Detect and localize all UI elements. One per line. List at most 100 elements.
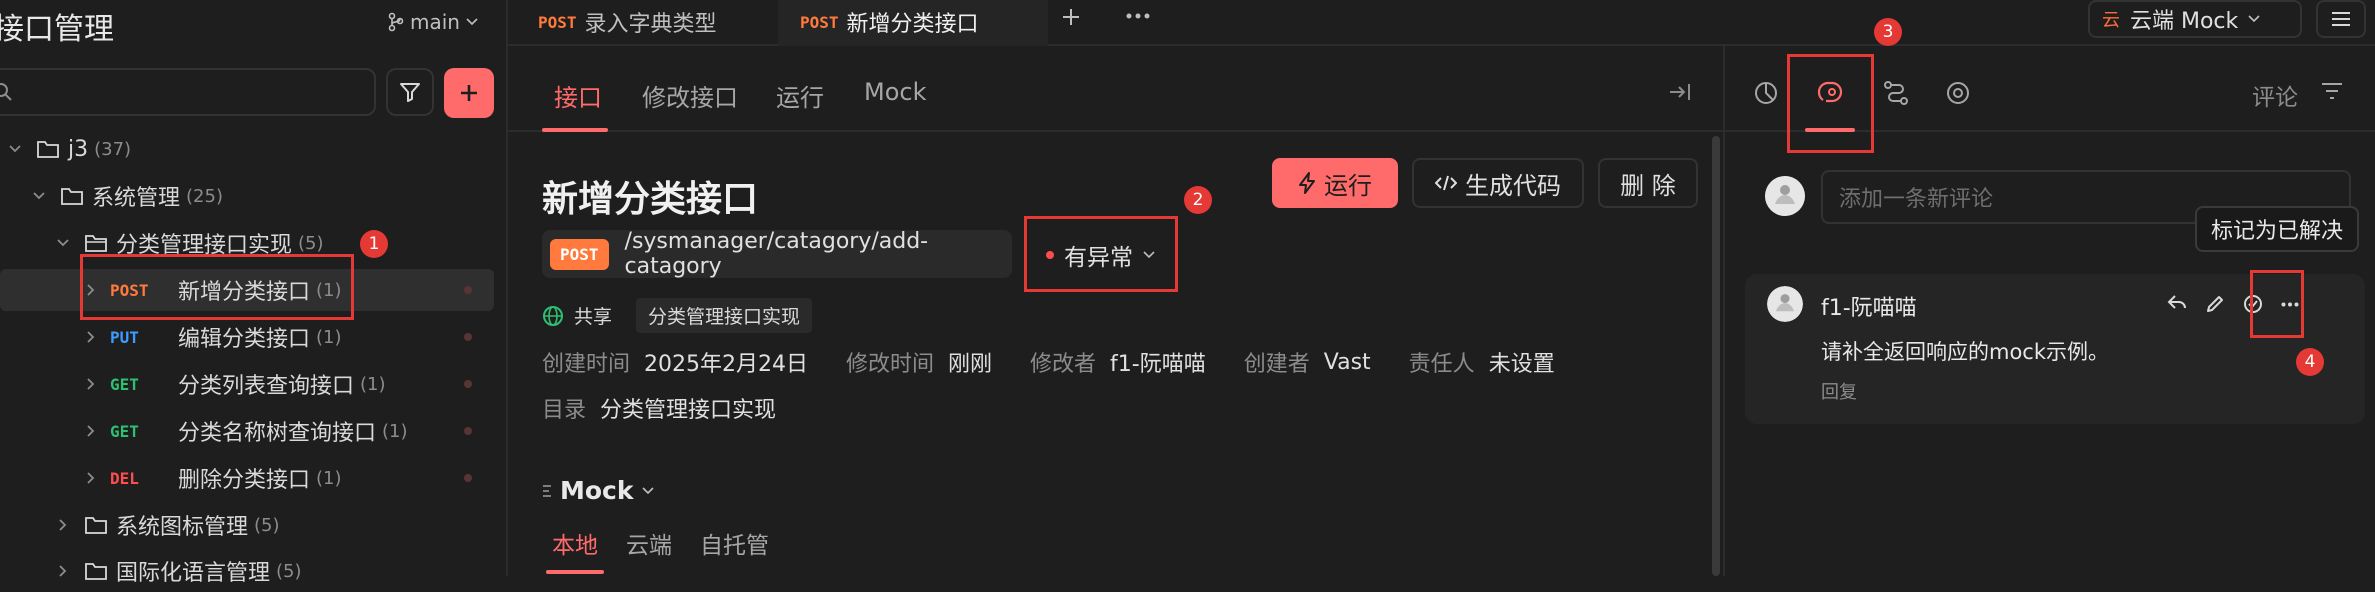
delete-button[interactable]: 删 除 xyxy=(1598,158,1698,208)
tree-item-edit-category[interactable]: PUT 编辑分类接口 (1) xyxy=(0,316,342,358)
target-icon xyxy=(1945,80,1971,106)
tab-add-category[interactable]: POST 新增分类接口 xyxy=(778,0,1048,46)
folder-tag[interactable]: 分类管理接口实现 xyxy=(636,298,813,333)
new-tab-button[interactable] xyxy=(1060,6,1082,28)
tab-edit-api[interactable]: 修改接口 xyxy=(642,78,738,113)
tree-item-count: (1) xyxy=(360,373,386,395)
env-label: 云端 Mock xyxy=(2130,9,2239,34)
mock-tab-label: 本地 xyxy=(552,533,598,559)
chevron-right-icon xyxy=(86,424,96,438)
chevron-right-icon xyxy=(86,330,96,344)
mock-tab-cloud[interactable]: 云端 xyxy=(626,526,672,560)
tree-item-count: (1) xyxy=(316,467,342,489)
plus-icon xyxy=(458,82,480,104)
search-input[interactable] xyxy=(0,68,376,116)
mock-tab-selfhosted[interactable]: 自托管 xyxy=(700,526,769,560)
mock-title: Mock xyxy=(560,476,634,505)
tree-folder-label: 系统管理 xyxy=(92,186,181,211)
tree-folder-icons[interactable]: 系统图标管理 (5) xyxy=(0,504,280,546)
generate-code-button[interactable]: 生成代码 xyxy=(1412,158,1584,208)
tree-item-tree-category[interactable]: GET 分类名称树查询接口 (1) xyxy=(0,410,408,452)
tree-folder-i18n[interactable]: 国际化语言管理 (5) xyxy=(0,550,302,592)
lightning-icon xyxy=(1298,172,1316,194)
tree-item-delete-category[interactable]: DEL 删除分类接口 (1) xyxy=(0,457,342,499)
tree-item-list-category[interactable]: GET 分类列表查询接口 (1) xyxy=(0,363,386,405)
annotation-badge-3: 3 xyxy=(1874,18,1902,46)
tab-api[interactable]: 接口 xyxy=(554,78,602,113)
status-dot xyxy=(464,427,472,435)
meta-label: 修改时间 xyxy=(846,352,935,377)
tab-label: 接口 xyxy=(554,84,602,112)
search-icon xyxy=(0,83,12,101)
filter-button[interactable] xyxy=(386,68,434,116)
comment-tab-label: 评论 xyxy=(2252,85,2298,111)
add-button[interactable] xyxy=(444,68,494,118)
flow-tab[interactable] xyxy=(1883,80,1909,106)
chevron-down-icon xyxy=(641,486,654,495)
mock-section-header[interactable]: Mock xyxy=(542,476,654,505)
app-title: 接口管理 xyxy=(0,12,114,47)
menu-button[interactable] xyxy=(2316,0,2366,38)
method-tag: PUT xyxy=(110,327,139,347)
method-tag: GET xyxy=(110,421,139,441)
tooltip-text: 标记为已解决 xyxy=(2211,219,2344,244)
more-tabs-button[interactable] xyxy=(1126,13,1150,19)
meta-value[interactable]: 未设置 xyxy=(1489,346,1555,378)
tree-folder-count: (5) xyxy=(254,514,280,536)
code-icon xyxy=(1435,174,1457,192)
branch-selector[interactable]: main xyxy=(388,10,478,34)
tab-record-dict[interactable]: POST 录入字典类型 xyxy=(538,6,717,38)
tab-run[interactable]: 运行 xyxy=(776,78,824,113)
mock-tab-local[interactable]: 本地 xyxy=(552,526,598,560)
chevron-down-icon xyxy=(32,191,46,201)
tree-item-label: 编辑分类接口 xyxy=(178,327,311,352)
tab-mock[interactable]: Mock xyxy=(864,78,926,106)
history-tab[interactable] xyxy=(1753,80,1779,106)
status-dot xyxy=(464,286,472,294)
annotation-box-4 xyxy=(2250,270,2304,338)
mock-tab-underline xyxy=(546,570,604,574)
meta-label: 创建者 xyxy=(1243,352,1310,377)
annotation-box-1 xyxy=(80,254,354,320)
reply-icon xyxy=(2167,294,2187,312)
chevron-down-icon xyxy=(466,18,478,26)
tree-folder-system[interactable]: 系统管理 (25) xyxy=(0,175,223,217)
filter-lines-icon xyxy=(2321,82,2343,100)
method-tag: DEL xyxy=(110,468,139,488)
api-url-bar: POST /sysmanager/catagory/add-catagory xyxy=(542,229,1012,279)
tree-folder-count: (37) xyxy=(94,138,132,160)
tree-folder-count: (5) xyxy=(298,232,324,254)
mock-tab-label: 云端 xyxy=(626,533,672,559)
chevron-down-icon xyxy=(56,238,70,248)
env-selector[interactable]: 云 云端 Mock xyxy=(2088,0,2302,38)
edit-button[interactable] xyxy=(2205,294,2225,314)
tab-method: POST xyxy=(538,12,577,32)
tab-active-underline xyxy=(542,128,608,132)
tab-bar: POST 录入字典类型 POST 新增分类接口 云 云端 Mock xyxy=(508,0,2375,46)
tree-folder-root[interactable]: j3 (37) xyxy=(0,128,131,170)
meta-value: f1-阮喵喵 xyxy=(1110,352,1206,377)
tab-label: 录入字典类型 xyxy=(584,12,717,37)
meta-value: Vast xyxy=(1323,349,1371,375)
settings-tab[interactable] xyxy=(1945,80,1971,106)
api-title: 新增分类接口 xyxy=(542,179,759,220)
meta-value: 2025年2月24日 xyxy=(644,352,808,377)
globe-icon xyxy=(542,305,564,327)
chevron-right-icon xyxy=(86,471,96,485)
comment-author: f1-阮喵喵 xyxy=(1821,296,1917,321)
main-panel: 接口 修改接口 运行 Mock 新增分类接口 运行 生成代码 删 除 POST … xyxy=(508,46,1723,576)
api-path: /sysmanager/catagory/add-catagory xyxy=(624,229,929,279)
comment-filter-button[interactable] xyxy=(2321,82,2343,100)
run-button[interactable]: 运行 xyxy=(1272,158,1398,208)
tab-label: 运行 xyxy=(776,84,824,112)
chevron-down-icon xyxy=(8,144,22,154)
tree-folder-count: (25) xyxy=(186,185,223,207)
delete-button-label: 删 除 xyxy=(1620,171,1676,200)
reply-link[interactable]: 回复 xyxy=(1821,378,1857,404)
reply-button[interactable] xyxy=(2167,294,2187,312)
hamburger-icon xyxy=(2331,11,2351,27)
scrollbar[interactable] xyxy=(1712,136,1720,576)
folder-icon xyxy=(84,515,108,535)
tree-folder-count: (5) xyxy=(276,560,302,582)
collapse-panel-button[interactable] xyxy=(1668,82,1692,102)
